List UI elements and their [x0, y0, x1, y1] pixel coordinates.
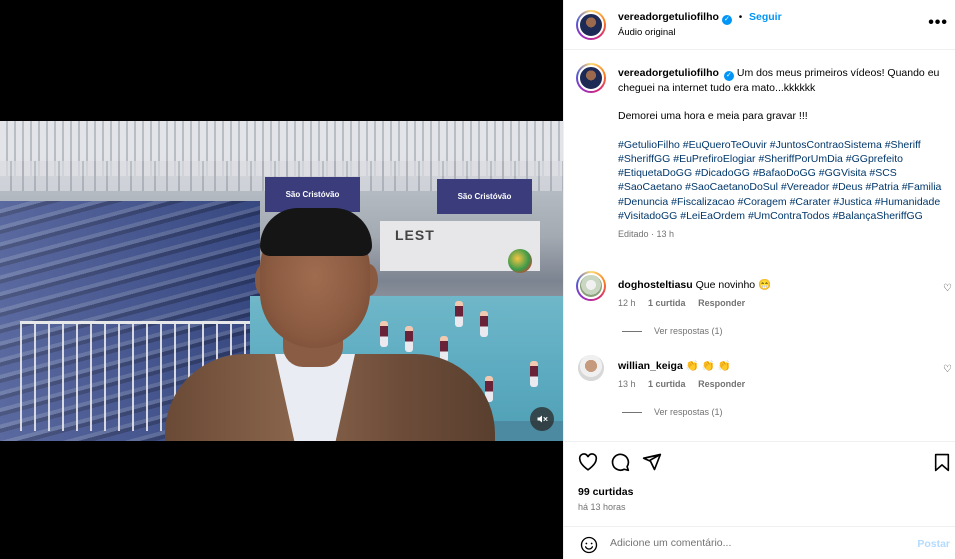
- follow-button[interactable]: Seguir: [749, 11, 782, 23]
- post-panel: vereadorgetuliofilho ✓ • Seguir Áudio ori…: [563, 0, 955, 559]
- avatar[interactable]: [576, 271, 606, 301]
- mute-button[interactable]: [530, 407, 554, 431]
- comment-username[interactable]: willian_keiga: [618, 360, 683, 372]
- post-caption: vereadorgetuliofilho ✓ Um dos meus primei…: [618, 66, 943, 242]
- more-options-icon[interactable]: •••: [928, 14, 948, 32]
- separator-dot: •: [738, 12, 743, 23]
- comment-time: 13 h: [618, 379, 636, 389]
- comment-likes[interactable]: 1 curtida: [648, 379, 686, 389]
- edited-label: Editado · 13 h: [618, 229, 675, 240]
- avatar[interactable]: [578, 355, 604, 381]
- reply-button[interactable]: Responder: [698, 298, 745, 308]
- caption-username[interactable]: vereadorgetuliofilho: [618, 67, 719, 79]
- avatar[interactable]: [576, 10, 606, 40]
- arena-logo: [508, 249, 532, 273]
- share-plane-icon[interactable]: [642, 452, 662, 472]
- bookmark-icon[interactable]: [934, 453, 950, 472]
- muted-speaker-icon: [537, 415, 548, 423]
- add-comment-bar: Postar: [564, 526, 955, 559]
- video-panel: São Cristóvão São Cristóvão LEST: [0, 0, 563, 559]
- comment-username[interactable]: doghosteltiasu: [618, 279, 693, 291]
- comment-meta: 12 h 1 curtida Responder: [618, 298, 755, 308]
- audio-label[interactable]: Áudio original: [618, 27, 676, 38]
- caption-hashtags[interactable]: #GetulioFilho #EuQueroTeOuvir #JuntosCon…: [618, 138, 943, 224]
- divider: [622, 330, 642, 332]
- view-replies-button[interactable]: Ver respostas (1): [622, 326, 723, 336]
- caption-line2: Demorei uma hora e meia para gravar !!!: [618, 110, 808, 123]
- comment-likes[interactable]: 1 curtida: [648, 298, 686, 308]
- comment-text: 👏 👏 👏: [685, 360, 731, 372]
- header-user-line: vereadorgetuliofilho ✓ • Seguir: [618, 11, 782, 25]
- post-comment-button[interactable]: Postar: [917, 538, 950, 550]
- comment-text: Que novinho 😁: [695, 279, 772, 291]
- verified-badge-icon: ✓: [721, 15, 732, 25]
- comment-time: 12 h: [618, 298, 636, 308]
- speaker-person: [165, 204, 495, 441]
- divider: [622, 411, 642, 413]
- heart-outline-icon[interactable]: ♡: [943, 364, 952, 375]
- username-link[interactable]: vereadorgetuliofilho: [618, 11, 719, 23]
- person-hair: [260, 208, 372, 256]
- likes-count[interactable]: 99 curtidas: [578, 486, 633, 498]
- posted-time: há 13 horas: [578, 502, 626, 512]
- heart-outline-icon[interactable]: ♡: [943, 283, 952, 294]
- comment-meta: 13 h 1 curtida Responder: [618, 379, 755, 389]
- verified-badge-icon: ✓: [723, 71, 734, 81]
- comment-body: doghosteltiasu Que novinho 😁: [618, 278, 771, 291]
- reply-button[interactable]: Responder: [698, 379, 745, 389]
- comment-body: willian_keiga 👏 👏 👏: [618, 359, 731, 372]
- view-replies-label: Ver respostas (1): [654, 326, 723, 336]
- comment-input[interactable]: [610, 537, 900, 549]
- comments-section: vereadorgetuliofilho ✓ Um dos meus primei…: [564, 51, 955, 441]
- emoji-icon[interactable]: [580, 536, 598, 554]
- like-heart-icon[interactable]: [578, 453, 598, 471]
- court-player: [530, 361, 538, 387]
- view-replies-label: Ver respostas (1): [654, 407, 723, 417]
- avatar[interactable]: [576, 63, 606, 93]
- video-player[interactable]: São Cristóvão São Cristóvão LEST: [0, 121, 563, 441]
- action-bar: 99 curtidas há 13 horas Postar: [564, 441, 955, 559]
- comment-bubble-icon[interactable]: [610, 452, 630, 472]
- post-header: vereadorgetuliofilho ✓ • Seguir Áudio ori…: [564, 0, 955, 50]
- view-replies-button[interactable]: Ver respostas (1): [622, 407, 723, 417]
